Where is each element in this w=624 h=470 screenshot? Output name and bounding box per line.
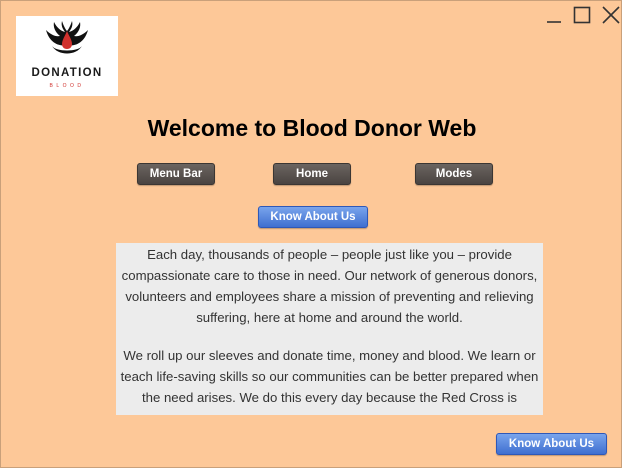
logo-brand-text: DONATION bbox=[31, 67, 103, 79]
maximize-icon[interactable] bbox=[573, 5, 591, 25]
hands-blood-drop-icon bbox=[46, 21, 88, 54]
know-about-us-button-top[interactable]: Know About Us bbox=[258, 206, 368, 228]
menu-bar-button[interactable]: Menu Bar bbox=[137, 163, 215, 185]
know-about-us-button-bottom[interactable]: Know About Us bbox=[496, 433, 607, 455]
about-paragraph-2: We roll up our sleeves and donate time, … bbox=[120, 348, 539, 405]
home-button[interactable]: Home bbox=[273, 163, 351, 185]
minimize-icon[interactable] bbox=[545, 5, 563, 25]
page-title: Welcome to Blood Donor Web bbox=[147, 115, 477, 141]
about-text-panel: Each day, thousands of people – people j… bbox=[116, 243, 543, 415]
donation-logo: DONATION BLOOD bbox=[16, 16, 118, 96]
modes-button[interactable]: Modes bbox=[415, 163, 493, 185]
close-icon[interactable] bbox=[601, 5, 621, 25]
about-paragraph-1: Each day, thousands of people – people j… bbox=[121, 247, 538, 325]
app-window: DONATION BLOOD Welcome to Blood Donor We… bbox=[0, 0, 622, 468]
logo-sub-text: BLOOD bbox=[49, 83, 85, 89]
